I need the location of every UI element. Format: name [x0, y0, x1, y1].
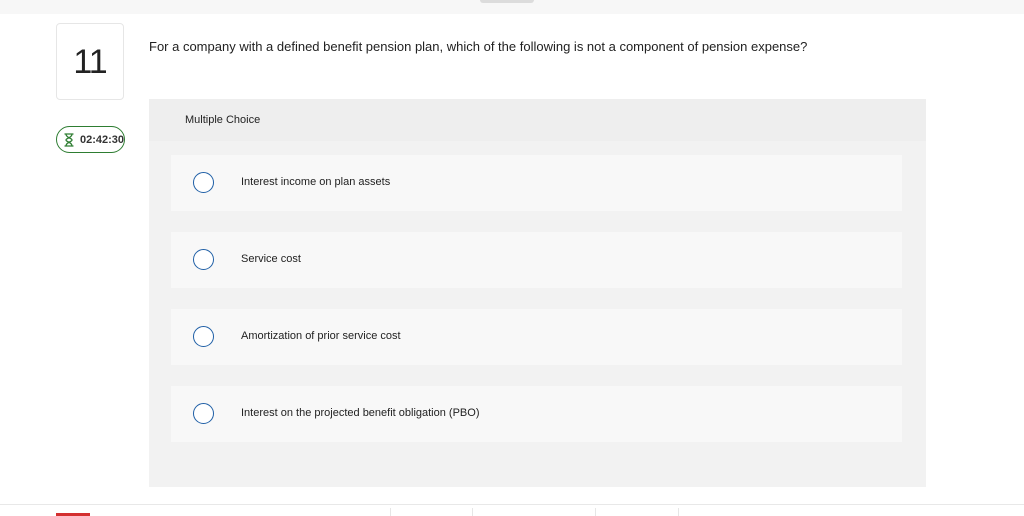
answer-choice-4[interactable]: Interest on the projected benefit obliga… — [171, 386, 902, 442]
radio-button[interactable] — [193, 326, 214, 347]
drag-handle[interactable] — [480, 0, 534, 3]
answer-choice-2[interactable]: Service cost — [171, 232, 902, 288]
footer-divider-tick — [595, 508, 596, 516]
answer-choice-1[interactable]: Interest income on plan assets — [171, 155, 902, 211]
radio-button[interactable] — [193, 172, 214, 193]
timer-badge: 02:42:30 — [56, 126, 125, 153]
radio-button[interactable] — [193, 403, 214, 424]
answer-choice-label: Interest on the projected benefit obliga… — [241, 407, 480, 419]
footer-divider-tick — [390, 508, 391, 516]
answer-panel: Multiple Choice Interest income on plan … — [149, 99, 926, 487]
answer-choice-label: Amortization of prior service cost — [241, 330, 401, 342]
footer-divider-tick — [678, 508, 679, 516]
question-number-box: 11 — [56, 23, 124, 100]
question-type-label: Multiple Choice — [185, 114, 261, 126]
answer-choice-3[interactable]: Amortization of prior service cost — [171, 309, 902, 365]
question-number: 11 — [73, 43, 107, 81]
answer-panel-header: Multiple Choice — [149, 99, 926, 141]
question-text: For a company with a defined benefit pen… — [149, 39, 808, 54]
footer-divider — [0, 504, 1024, 505]
answer-choice-label: Service cost — [241, 253, 301, 265]
hourglass-icon — [63, 132, 75, 147]
timer-value: 02:42:30 — [80, 133, 125, 146]
radio-button[interactable] — [193, 249, 214, 270]
footer-divider-tick — [472, 508, 473, 516]
answer-choice-label: Interest income on plan assets — [241, 176, 391, 188]
